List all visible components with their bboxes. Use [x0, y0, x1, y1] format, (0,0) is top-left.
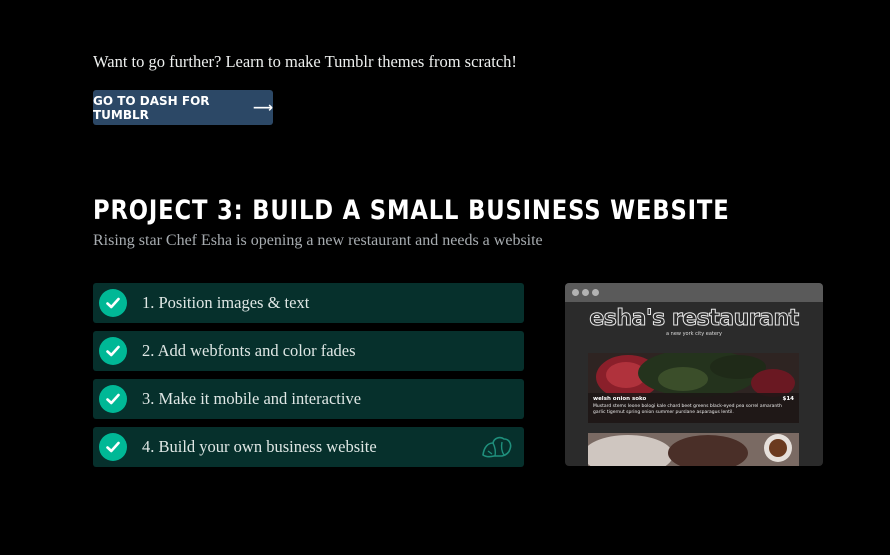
- chef-hat-icon: [480, 433, 514, 466]
- dish-description: Mustard stems leone bologi kale chard be…: [593, 404, 782, 415]
- step-label: 4. Build your own business website: [142, 437, 377, 456]
- step-item[interactable]: 3. Make it mobile and interactive: [93, 379, 524, 419]
- dish-name: welsh onion soko: [593, 396, 647, 402]
- intro-text: Want to go further? Learn to make Tumblr…: [93, 52, 517, 71]
- step-label: 1. Position images & text: [142, 293, 310, 312]
- check-icon: [99, 385, 127, 413]
- website-preview: esha's restaurant a new york city eatery…: [565, 283, 823, 466]
- step-item[interactable]: 2. Add webfonts and color fades: [93, 331, 524, 371]
- step-item[interactable]: 4. Build your own business website: [93, 427, 524, 467]
- project-title: PROJECT 3: BUILD A SMALL BUSINESS WEBSIT…: [93, 195, 730, 226]
- browser-toolbar: [565, 283, 823, 302]
- dash-button-label: Go to Dash for Tumblr: [93, 93, 210, 122]
- window-dot-icon: [582, 289, 589, 296]
- step-label: 2. Add webfonts and color fades: [142, 341, 356, 360]
- check-icon: [99, 337, 127, 365]
- window-dot-icon: [572, 289, 579, 296]
- dish-photo-icon: [588, 433, 799, 466]
- check-icon: [99, 289, 127, 317]
- step-item[interactable]: 1. Position images & text: [93, 283, 524, 323]
- dish-card: [588, 433, 799, 466]
- dish-card: welsh onion soko $14 Mustard stems leone…: [588, 353, 799, 423]
- preview-site-title: esha's restaurant: [589, 306, 800, 331]
- project-steps-list: 1. Position images & text 2. Add webfont…: [93, 283, 524, 475]
- step-label: 3. Make it mobile and interactive: [142, 389, 362, 408]
- check-icon: [99, 433, 127, 461]
- project-subtitle: Rising star Chef Esha is opening a new r…: [93, 232, 543, 249]
- arrow-right-icon: ⟶: [252, 99, 273, 116]
- window-dot-icon: [592, 289, 599, 296]
- dish-price: $14: [782, 396, 794, 402]
- preview-tagline: a new york city eatery: [666, 331, 722, 337]
- go-to-dash-button[interactable]: Go to Dash for Tumblr ⟶: [93, 90, 273, 125]
